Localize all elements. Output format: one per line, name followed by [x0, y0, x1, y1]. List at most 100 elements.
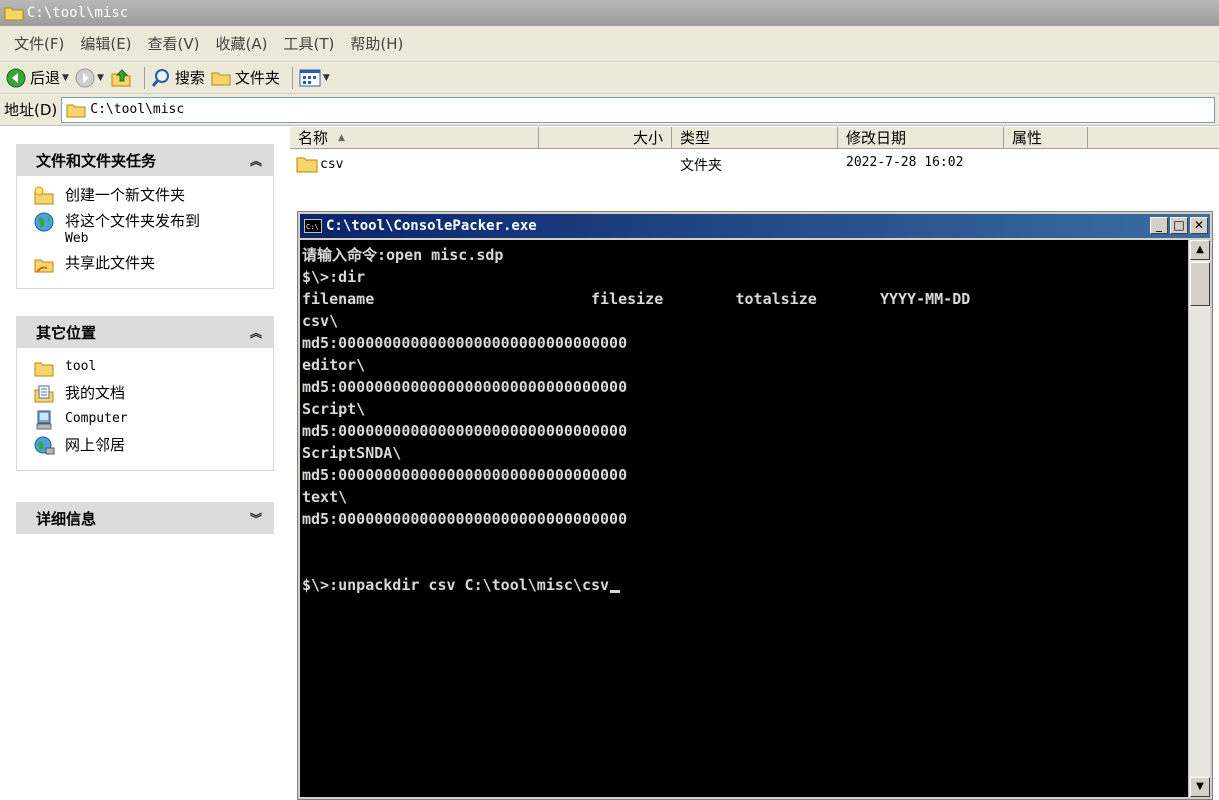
other-places-header[interactable]: 其它位置 ︽ — [16, 316, 274, 348]
share-folder-icon — [34, 259, 54, 273]
console-line: md5:00000000000000000000000000000000 — [302, 378, 628, 396]
scroll-down-icon[interactable]: ▼ — [1190, 777, 1210, 797]
collapse-icon[interactable]: ︽ — [250, 324, 262, 341]
place-label: tool — [65, 359, 97, 374]
folder-icon — [66, 104, 86, 117]
window-controls: _ □ ✕ — [1148, 217, 1208, 234]
task-label: 共享此文件夹 — [65, 254, 156, 272]
chevron-down-icon[interactable]: ▼ — [323, 73, 330, 83]
views-button[interactable]: ▼ — [299, 69, 330, 87]
search-button[interactable]: 搜索 — [151, 67, 205, 88]
scroll-thumb[interactable] — [1190, 262, 1210, 306]
file-name-cell: csv — [296, 155, 343, 173]
menu-bar: 文件(F) 编辑(E) 查看(V) 收藏(A) 工具(T) 帮助(H) — [0, 26, 1219, 62]
column-label: 名称 — [298, 129, 329, 147]
menu-edit[interactable]: 编辑(E) — [80, 33, 131, 54]
console-prompt-line: $\>:unpackdir csv C:\tool\misc\csv — [302, 574, 1188, 596]
minimize-button[interactable]: _ — [1150, 217, 1168, 234]
back-label: 后退 — [30, 69, 61, 87]
svg-text:C:\: C:\ — [306, 223, 319, 231]
toolbar: 后退 ▼ ▼ 搜索 文件夹 ▼ — [0, 62, 1219, 94]
task-label: 将这个文件夹发布到 — [65, 212, 201, 230]
console-icon: C:\ — [304, 219, 322, 233]
file-row[interactable]: csv 文件夹 2022-7-28 16:02 — [290, 153, 1219, 175]
place-label: 我的文档 — [65, 384, 126, 402]
text-cursor — [610, 590, 621, 593]
new-folder-icon — [34, 186, 54, 205]
search-label: 搜索 — [174, 69, 205, 87]
forward-button[interactable]: ▼ — [75, 68, 104, 88]
column-header-type[interactable]: 类型 — [672, 127, 838, 149]
back-arrow-icon — [6, 68, 26, 87]
chevron-down-icon[interactable]: ▼ — [97, 73, 104, 83]
file-name: csv — [320, 156, 344, 172]
column-header-name[interactable]: 名称 ▲ — [290, 127, 539, 149]
maximize-button[interactable]: □ — [1170, 217, 1188, 234]
forward-arrow-icon — [75, 68, 95, 87]
menu-help[interactable]: 帮助(H) — [350, 33, 403, 54]
console-line: editor\ — [302, 356, 366, 374]
column-label: 大小 — [632, 129, 663, 147]
folder-icon — [211, 72, 231, 85]
computer-icon — [36, 410, 52, 430]
chevron-down-icon[interactable]: ▼ — [62, 73, 69, 83]
place-tool[interactable]: tool — [33, 358, 273, 378]
expand-icon[interactable]: ︾ — [250, 510, 262, 527]
console-titlebar[interactable]: C:\ C:\tool\ConsolePacker.exe _ □ ✕ — [300, 214, 1210, 238]
file-folder-tasks-group: 文件和文件夹任务 ︽ 创建一个新文件夹 将这个文件夹发布到 Web 共享此文件夹 — [16, 144, 274, 289]
place-my-documents[interactable]: 我的文档 — [33, 384, 273, 404]
folders-label: 文件夹 — [234, 69, 280, 87]
column-header-modified[interactable]: 修改日期 — [838, 127, 1004, 149]
console-line: filename filesize totalsize YYYY-MM-DD — [302, 290, 971, 308]
place-network[interactable]: 网上邻居 — [33, 436, 273, 456]
group-title: 详细信息 — [36, 509, 97, 528]
task-publish-web[interactable]: 将这个文件夹发布到 Web — [33, 212, 273, 248]
address-input[interactable]: C:\tool\misc — [61, 96, 1215, 123]
details-header[interactable]: 详细信息 ︾ — [16, 502, 274, 534]
file-modified: 2022-7-28 16:02 — [846, 155, 964, 170]
console-line: md5:00000000000000000000000000000000 — [302, 510, 628, 528]
sort-ascending-icon: ▲ — [338, 132, 345, 143]
window-title: C:\tool\misc — [27, 5, 129, 21]
console-scrollbar[interactable]: ▲ ▼ — [1188, 240, 1210, 797]
scroll-up-icon[interactable]: ▲ — [1190, 240, 1210, 260]
task-label: 创建一个新文件夹 — [65, 186, 186, 204]
address-value: C:\tool\misc — [90, 102, 185, 117]
group-title: 其它位置 — [36, 323, 97, 342]
column-header-size[interactable]: 大小 — [539, 127, 672, 149]
window-titlebar[interactable]: C:\tool\misc — [0, 0, 1219, 26]
group-title: 文件和文件夹任务 — [36, 151, 157, 170]
network-icon — [34, 436, 55, 455]
file-folder-tasks-header[interactable]: 文件和文件夹任务 ︽ — [16, 144, 274, 176]
console-line: csv\ — [302, 312, 339, 330]
other-places-body: tool 我的文档 Computer 网上邻居 — [16, 348, 274, 471]
column-header-attributes[interactable]: 属性 — [1004, 127, 1088, 149]
place-computer[interactable]: Computer — [33, 410, 273, 430]
console-output[interactable]: 请输入命令:open misc.sdp $\>:dir filename fil… — [300, 240, 1188, 797]
collapse-icon[interactable]: ︽ — [250, 152, 262, 169]
menu-tools[interactable]: 工具(T) — [283, 33, 334, 54]
up-folder-icon — [111, 68, 131, 86]
search-icon — [151, 68, 169, 87]
console-window[interactable]: C:\ C:\tool\ConsolePacker.exe _ □ ✕ 请输入命… — [297, 211, 1213, 800]
console-line: text\ — [302, 488, 348, 506]
folders-button[interactable]: 文件夹 — [211, 67, 280, 88]
task-new-folder[interactable]: 创建一个新文件夹 — [33, 186, 273, 206]
details-group: 详细信息 ︾ — [16, 502, 274, 534]
menu-favorites[interactable]: 收藏(A) — [216, 33, 268, 54]
task-label-continued: Web — [65, 231, 89, 246]
console-line: ScriptSNDA\ — [302, 444, 402, 462]
file-type: 文件夹 — [680, 158, 722, 174]
up-folder-button[interactable] — [110, 68, 132, 88]
task-share-folder[interactable]: 共享此文件夹 — [33, 254, 273, 274]
back-button[interactable]: 后退 ▼ — [6, 67, 69, 88]
menu-file[interactable]: 文件(F) — [14, 33, 64, 54]
console-line: md5:00000000000000000000000000000000 — [302, 466, 628, 484]
column-label: 修改日期 — [846, 129, 907, 147]
menu-view[interactable]: 查看(V) — [148, 33, 200, 54]
close-button[interactable]: ✕ — [1190, 217, 1208, 234]
address-label: 地址(D) — [4, 101, 58, 119]
console-line: $\>:dir — [302, 268, 366, 286]
toolbar-separator — [291, 66, 293, 89]
